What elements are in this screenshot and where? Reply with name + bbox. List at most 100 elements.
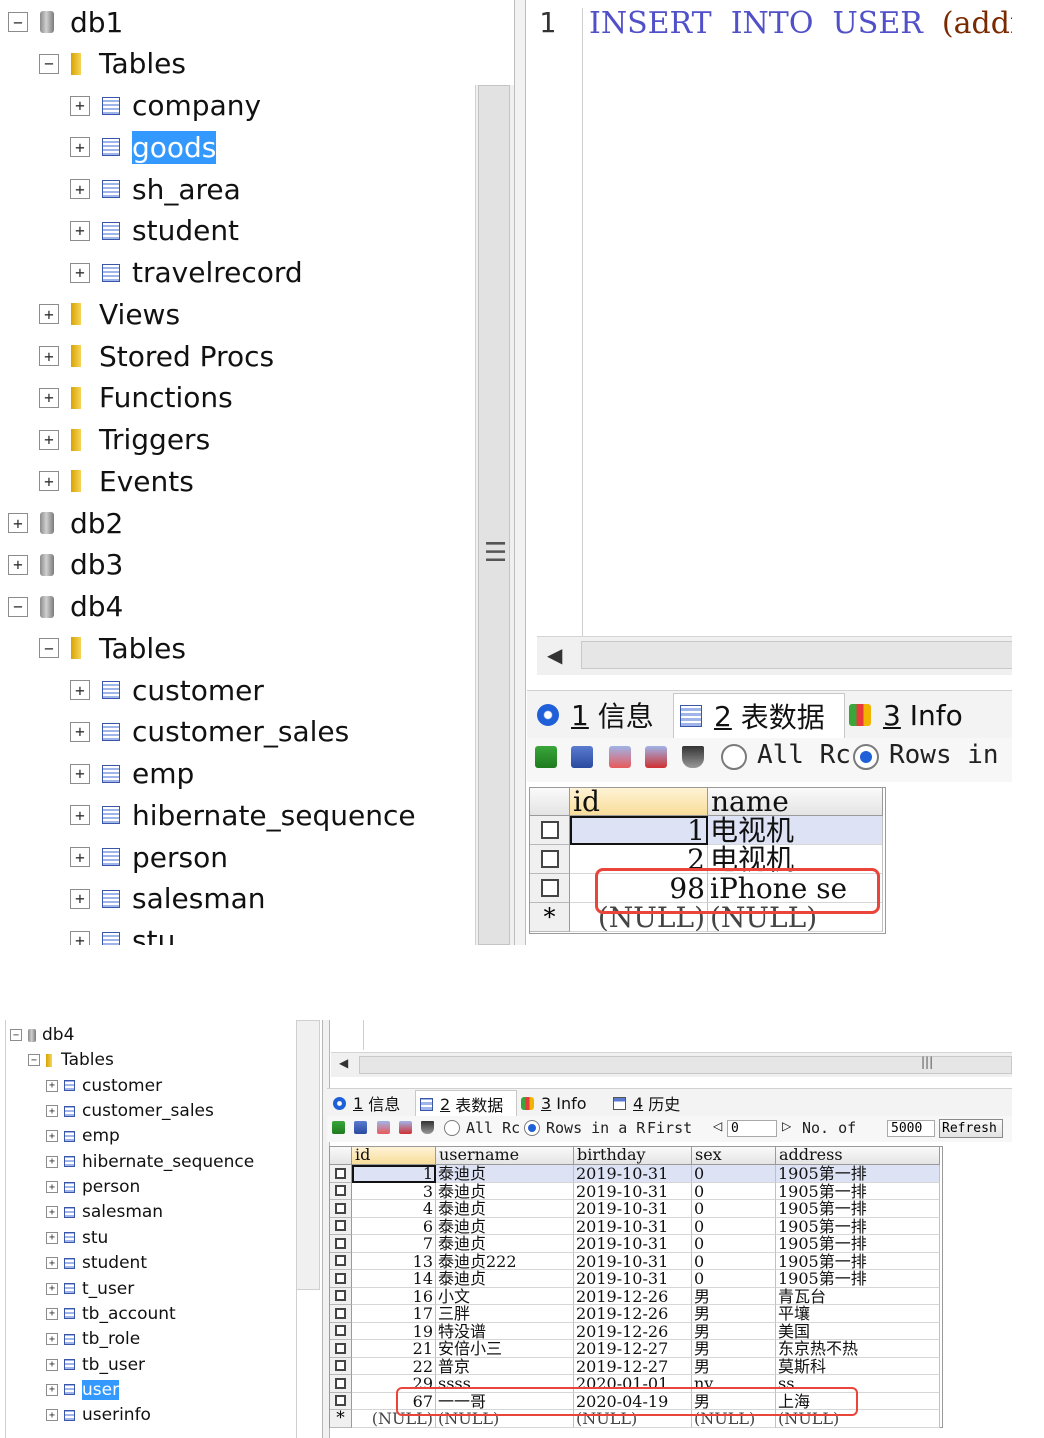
tab-4[interactable]: 4 历史: [609, 1090, 693, 1116]
cell-username[interactable]: 泰迪贞: [436, 1235, 574, 1253]
cell-birthday[interactable]: 2019-12-26: [574, 1322, 692, 1340]
cell-sex[interactable]: 男: [692, 1305, 776, 1323]
expand-icon[interactable]: +: [70, 721, 90, 742]
expand-icon[interactable]: +: [46, 1231, 58, 1244]
tree-item-company[interactable]: + company: [70, 86, 261, 126]
tree-item-emp[interactable]: + emp: [70, 754, 194, 794]
row-checkbox[interactable]: [335, 1360, 346, 1372]
collapse-icon[interactable]: −: [28, 1054, 40, 1067]
row-selector[interactable]: [330, 1165, 352, 1183]
tree-item-triggers[interactable]: + Triggers: [39, 420, 210, 460]
row-selector[interactable]: [330, 1340, 352, 1358]
cancel-changes-icon[interactable]: [399, 1121, 412, 1134]
scrollbar-thumb[interactable]: [581, 641, 1012, 669]
row-checkbox[interactable]: [540, 850, 559, 868]
cell-sex[interactable]: 男: [692, 1357, 776, 1375]
cell-username[interactable]: 小文: [436, 1287, 574, 1305]
tree-item-customer-sales[interactable]: + customer_sales: [70, 712, 349, 752]
scrollbar-track[interactable]: [296, 1290, 320, 1438]
cell-id[interactable]: 16: [352, 1287, 436, 1305]
column-header-sex[interactable]: sex: [692, 1147, 776, 1165]
rows-in-range-radio[interactable]: [853, 744, 879, 770]
sql-text[interactable]: INSERT INTO USER (addr: [589, 6, 1012, 41]
tab-2[interactable]: 2 表数据: [673, 693, 845, 738]
cell-id[interactable]: 1: [570, 816, 708, 845]
cell-birthday[interactable]: 2019-10-31: [574, 1200, 692, 1218]
cell-id[interactable]: 3: [352, 1182, 436, 1200]
row-selector[interactable]: [330, 1392, 352, 1410]
cell-username[interactable]: 泰迪贞: [436, 1217, 574, 1235]
cell-address[interactable]: 1905第一排: [776, 1165, 940, 1183]
tree-item-customer-sales[interactable]: + customer_sales: [46, 1099, 214, 1123]
collapse-icon[interactable]: −: [8, 596, 28, 617]
expand-icon[interactable]: +: [70, 137, 90, 158]
expand-icon[interactable]: +: [70, 930, 90, 945]
collapse-icon[interactable]: −: [39, 638, 59, 659]
expand-icon[interactable]: +: [70, 220, 90, 241]
row-selector[interactable]: [330, 1217, 352, 1235]
row-checkbox[interactable]: [335, 1185, 346, 1197]
row-checkbox[interactable]: [335, 1325, 346, 1337]
expand-icon[interactable]: +: [70, 888, 90, 909]
row-selector[interactable]: [330, 1322, 352, 1340]
cell-birthday[interactable]: 2019-12-26: [574, 1305, 692, 1323]
tree-item-db1[interactable]: − db1: [8, 2, 123, 42]
tree-item-events[interactable]: + Events: [39, 461, 194, 501]
expand-icon[interactable]: +: [39, 346, 59, 366]
column-header-id[interactable]: id: [352, 1147, 436, 1165]
cell-sex[interactable]: 0: [692, 1182, 776, 1200]
cell-address[interactable]: 1905第一排: [776, 1182, 940, 1200]
row-checkbox[interactable]: [335, 1342, 346, 1354]
refresh-button[interactable]: Refresh: [939, 1119, 1003, 1138]
scroll-left-icon[interactable]: ◀: [339, 1056, 348, 1070]
tree-item-stu[interactable]: + stu: [70, 921, 175, 945]
tree-item-db4[interactable]: − db4: [8, 587, 123, 627]
column-header-id[interactable]: id: [570, 788, 708, 816]
cell-address[interactable]: 莫斯科: [776, 1357, 940, 1375]
row-checkbox[interactable]: [335, 1377, 346, 1389]
expand-icon[interactable]: +: [70, 805, 90, 826]
expand-icon[interactable]: +: [46, 1105, 58, 1118]
row-count-input[interactable]: 5000: [887, 1120, 935, 1137]
tree-item-student[interactable]: + student: [70, 211, 239, 251]
cell-birthday[interactable]: 2019-12-26: [574, 1287, 692, 1305]
cell-sex[interactable]: 男: [692, 1287, 776, 1305]
expand-icon[interactable]: +: [39, 387, 59, 408]
insert-row-icon[interactable]: [332, 1121, 345, 1134]
cell-name[interactable]: 电视机: [708, 816, 883, 845]
tree-item-tb-user[interactable]: + tb_user: [46, 1353, 145, 1377]
tree-vertical-scrollbar[interactable]: [296, 1020, 320, 1290]
tree-item-emp[interactable]: + emp: [46, 1124, 120, 1148]
cell-address[interactable]: 青瓦台: [776, 1287, 940, 1305]
expand-icon[interactable]: +: [70, 262, 90, 283]
cell-sex[interactable]: 0: [692, 1270, 776, 1288]
tree-item-stored-procs[interactable]: + Stored Procs: [39, 336, 274, 376]
tree-item-functions[interactable]: + Functions: [39, 378, 233, 418]
row-selector[interactable]: [330, 1270, 352, 1288]
cell-birthday[interactable]: 2019-10-31: [574, 1165, 692, 1183]
expand-icon[interactable]: +: [46, 1383, 58, 1396]
tree-item-db3[interactable]: + db3: [8, 545, 123, 585]
cell-sex[interactable]: 0: [692, 1165, 776, 1183]
row-checkbox[interactable]: [335, 1290, 346, 1302]
cell-birthday[interactable]: 2019-10-31: [574, 1217, 692, 1235]
row-selector[interactable]: [530, 874, 570, 903]
tree-item-tb-account[interactable]: + tb_account: [46, 1302, 176, 1326]
tab-2[interactable]: 2 表数据: [415, 1090, 517, 1117]
row-checkbox[interactable]: [335, 1167, 346, 1179]
save-icon[interactable]: [571, 746, 593, 768]
new-row-marker[interactable]: *: [530, 903, 570, 932]
cell-id[interactable]: 13: [352, 1252, 436, 1270]
cell-address[interactable]: 1905第一排: [776, 1200, 940, 1218]
tree-item-user[interactable]: + user: [46, 1378, 120, 1402]
editor-horizontal-scrollbar[interactable]: ◀ |||: [331, 1052, 1012, 1077]
delete-row-icon[interactable]: [377, 1121, 390, 1134]
cell-address[interactable]: 1905第一排: [776, 1252, 940, 1270]
expand-icon[interactable]: +: [39, 429, 59, 450]
cell-id[interactable]: 19: [352, 1322, 436, 1340]
cell-birthday[interactable]: 2019-10-31: [574, 1270, 692, 1288]
cell-address[interactable]: 平壤: [776, 1305, 940, 1323]
tree-item-t-user[interactable]: + t_user: [46, 1277, 134, 1301]
tree-item-person[interactable]: + person: [70, 837, 228, 877]
expand-icon[interactable]: +: [8, 554, 28, 575]
